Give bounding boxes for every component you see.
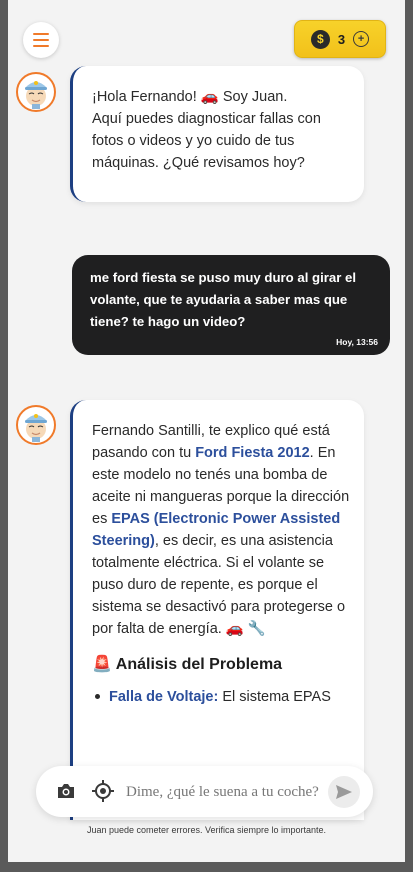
mechanic-avatar-icon: [25, 81, 47, 109]
send-icon: [336, 785, 352, 799]
menu-button[interactable]: [23, 22, 59, 58]
hamburger-icon: [33, 31, 49, 49]
coin-balance[interactable]: $ 3 +: [294, 20, 386, 58]
message-timestamp: Hoy, 13:56: [336, 337, 378, 347]
camera-icon[interactable]: [56, 782, 76, 800]
greeting-text: ¡Hola Fernando! 🚗 Soy Juan.: [92, 89, 288, 105]
juan-avatar: [16, 405, 56, 445]
assistant-message: Fernando Santilli, te explico qué está p…: [70, 400, 364, 820]
crosshair-icon[interactable]: [92, 780, 114, 802]
user-message: me ford fiesta se puso muy duro al girar…: [72, 255, 390, 355]
mechanic-avatar-icon: [25, 414, 47, 442]
section-heading: 🚨 Análisis del Problema: [92, 656, 283, 673]
bullet-label: Falla de Voltaje:: [109, 689, 219, 705]
list-item: Falla de Voltaje: El sistema EPAS: [92, 686, 350, 708]
bullet-dot: [95, 694, 100, 699]
disclaimer-text: Juan puede cometer errores. Verifica sie…: [86, 825, 327, 835]
chat-screen: $ 3 + ¡Hola Fernando! 🚗 Soy Juan. Aquí p…: [8, 0, 405, 862]
car-model-highlight: Ford Fiesta 2012: [195, 445, 310, 461]
assistant-message: ¡Hola Fernando! 🚗 Soy Juan. Aquí puedes …: [70, 66, 364, 202]
message-input[interactable]: [124, 777, 328, 807]
juan-avatar: [16, 72, 56, 112]
send-button[interactable]: [328, 776, 360, 808]
message-text: Fernando Santilli, te explico qué está p…: [92, 423, 350, 637]
coin-icon: $: [310, 29, 330, 49]
alert-icon: 🚨: [92, 656, 112, 673]
message-text: Aquí puedes diagnosticar fallas con foto…: [92, 111, 321, 171]
plus-circle-icon[interactable]: +: [353, 31, 370, 47]
message-text: me ford fiesta se puso muy duro al girar…: [90, 270, 357, 329]
message-composer: [36, 766, 373, 817]
coin-count: 3: [337, 31, 346, 47]
